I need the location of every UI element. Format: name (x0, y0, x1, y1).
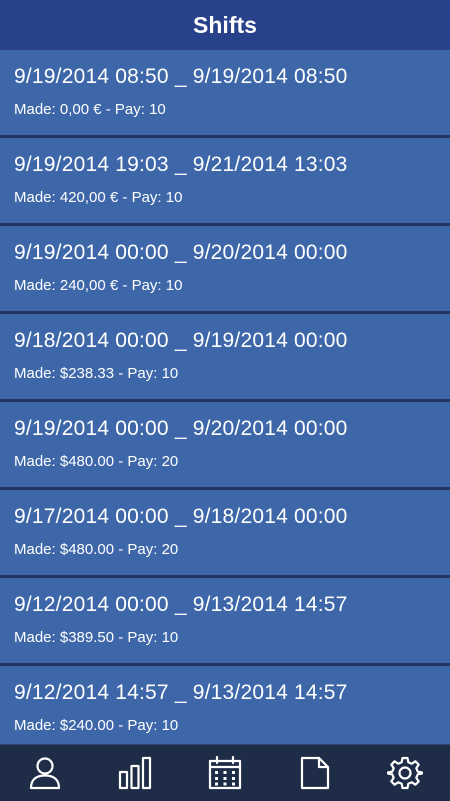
gear-icon (387, 756, 423, 790)
shift-date-range: 9/19/2014 00:00 _ 9/20/2014 00:00 (14, 417, 348, 440)
tab-profile[interactable] (15, 745, 75, 801)
shift-list-item[interactable]: 9/17/2014 00:00 _ 9/18/2014 00:00 Made: … (0, 490, 450, 578)
page-title: Shifts (193, 11, 257, 38)
shift-date-range: 9/18/2014 00:00 _ 9/19/2014 00:00 (14, 329, 348, 352)
shift-list-item[interactable]: 9/18/2014 00:00 _ 9/19/2014 00:00 Made: … (0, 314, 450, 402)
person-icon (29, 757, 61, 790)
shift-list-item[interactable]: 9/19/2014 19:03 _ 9/21/2014 13:03 Made: … (0, 138, 450, 226)
shift-summary: Made: 0,00 € - Pay: 10 (14, 101, 166, 118)
shift-list-item[interactable]: 9/19/2014 00:00 _ 9/20/2014 00:00 Made: … (0, 226, 450, 314)
shift-list-item[interactable]: 9/12/2014 14:57 _ 9/13/2014 14:57 Made: … (0, 666, 450, 744)
shift-summary: Made: $389.50 - Pay: 10 (14, 629, 179, 646)
calendar-icon (208, 755, 242, 790)
shift-summary: Made: $240.00 - Pay: 10 (14, 717, 179, 734)
shift-date-range: 9/17/2014 00:00 _ 9/18/2014 00:00 (14, 505, 348, 528)
shift-summary: Made: 420,00 € - Pay: 10 (14, 189, 183, 206)
tab-calendar[interactable] (195, 745, 255, 801)
bottom-tab-bar (0, 744, 450, 801)
shift-list-item[interactable]: 9/19/2014 08:50 _ 9/19/2014 08:50 Made: … (0, 50, 450, 138)
app-header: Shifts (0, 0, 450, 50)
shift-date-range: 9/19/2014 08:50 _ 9/19/2014 08:50 (14, 65, 348, 88)
shift-summary: Made: $480.00 - Pay: 20 (14, 541, 179, 558)
shift-date-range: 9/19/2014 00:00 _ 9/20/2014 00:00 (14, 241, 348, 264)
shift-summary: Made: $238.33 - Pay: 10 (14, 365, 179, 382)
tab-reports[interactable] (285, 745, 345, 801)
tab-statistics[interactable] (105, 745, 165, 801)
shift-list-item[interactable]: 9/19/2014 00:00 _ 9/20/2014 00:00 Made: … (0, 402, 450, 490)
shift-date-range: 9/12/2014 00:00 _ 9/13/2014 14:57 (14, 593, 348, 616)
shift-date-range: 9/12/2014 14:57 _ 9/13/2014 14:57 (14, 681, 348, 704)
shift-summary: Made: 240,00 € - Pay: 10 (14, 277, 183, 294)
document-icon (300, 756, 330, 790)
tab-settings[interactable] (375, 745, 435, 801)
shift-list[interactable]: 9/19/2014 08:50 _ 9/19/2014 08:50 Made: … (0, 50, 450, 744)
bar-chart-icon (118, 756, 152, 790)
shift-summary: Made: $480.00 - Pay: 20 (14, 453, 179, 470)
shift-date-range: 9/19/2014 19:03 _ 9/21/2014 13:03 (14, 153, 348, 176)
shift-list-item[interactable]: 9/12/2014 00:00 _ 9/13/2014 14:57 Made: … (0, 578, 450, 666)
